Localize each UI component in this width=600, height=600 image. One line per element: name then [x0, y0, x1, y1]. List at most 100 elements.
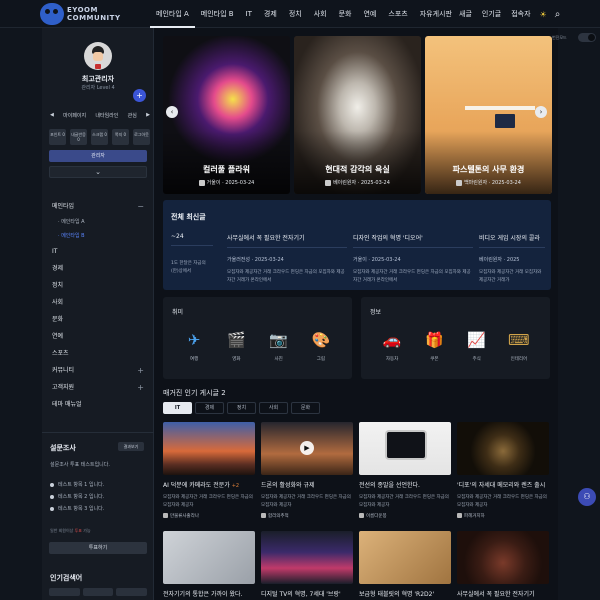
- hobby-photo[interactable]: 📷 사진: [264, 330, 294, 362]
- slide-meta: 거울이 · 2025-03-24: [163, 179, 290, 186]
- survey-note-highlight: 투표: [74, 528, 83, 533]
- sidebar-item-sports[interactable]: 스포츠: [42, 345, 154, 362]
- sidebar-item-society[interactable]: 사회: [42, 294, 154, 311]
- post-author: 만물류사출라나: [163, 513, 255, 519]
- tab-it[interactable]: IT: [163, 402, 192, 414]
- nav-item-economy[interactable]: 경제: [258, 0, 283, 28]
- nav-item-main-a[interactable]: 메인타입 A: [150, 0, 195, 28]
- logout-button[interactable]: 로그아웃: [133, 129, 150, 145]
- scrap-button[interactable]: 스크랩 0: [91, 129, 108, 145]
- avatar[interactable]: [84, 42, 112, 70]
- tab-culture[interactable]: 문화: [291, 402, 320, 414]
- survey-result-button[interactable]: 결과보기: [118, 442, 144, 451]
- post-card[interactable]: 전선의 종말을 선언한다. 모집자와 제공자간 거래 크라우드 펀딩은 자금의 …: [359, 422, 451, 519]
- post-card[interactable]: 전자기기의 통합은 가까이 왔다.: [163, 531, 255, 598]
- hobby-movie[interactable]: 🎬 영화: [221, 330, 251, 362]
- tab-economy[interactable]: 경제: [195, 402, 224, 414]
- typewriter-icon: ⌨: [508, 331, 530, 349]
- sidebar-item-maintype[interactable]: 메인타입 −: [42, 198, 154, 215]
- carousel-slide[interactable]: 현대적 감각의 욕실 베이린원자 · 2025-03-24: [294, 36, 421, 194]
- author-avatar-icon: [359, 513, 364, 518]
- survey-option[interactable]: 테스트 항목 1 입니다.: [50, 479, 104, 491]
- post-card[interactable]: '디포'의 자세대 메모리와 렌즈 출시 모집자와 제공자간 거래 크라우드 펀…: [457, 422, 549, 519]
- sidebar-item-community[interactable]: 커뮤니티 +: [42, 362, 154, 379]
- point-button[interactable]: 포인트 0: [49, 129, 66, 145]
- sidebar-item-support[interactable]: 고객지원 +: [42, 379, 154, 396]
- sidebar-item-culture[interactable]: 문화: [42, 311, 154, 328]
- chevron-left-icon[interactable]: ◀: [50, 112, 54, 119]
- nav-item-it[interactable]: IT: [240, 0, 258, 28]
- vote-button[interactable]: 투표하기: [49, 542, 147, 554]
- online-users-link[interactable]: 접속자: [506, 0, 535, 28]
- sidebar-subitem-main-b[interactable]: · 메인타입 B: [42, 229, 154, 243]
- info-card: 정보 🚗 자동차 🎁 쿠폰 📈 주식 ⌨ 인테리어: [361, 297, 550, 379]
- sidebar-item-manual[interactable]: 테마 매뉴얼: [42, 396, 154, 413]
- sidebar-item-politics[interactable]: 정치: [42, 277, 154, 294]
- post-author-name: 이름다운봉: [366, 514, 387, 519]
- sidebar-subitem-main-a[interactable]: · 메인타입 A: [42, 215, 154, 229]
- sun-icon[interactable]: ☀: [536, 10, 551, 19]
- post-card[interactable]: 디지털 TV의 혁명, 7세대 '브랑': [261, 531, 353, 598]
- plus-icon[interactable]: +: [133, 89, 146, 102]
- message-button[interactable]: 쪽지 0: [112, 129, 129, 145]
- nav-item-sports[interactable]: 스포츠: [382, 0, 413, 28]
- reaction-button[interactable]: 내글반응 0: [70, 129, 87, 145]
- hobby-drawing[interactable]: 🎨 그림: [306, 330, 336, 362]
- interest-link[interactable]: 관심: [128, 112, 137, 119]
- latest-item[interactable]: ~24 1도 한달은 자금의 (만)상에서: [171, 233, 213, 285]
- info-title: 정보: [370, 309, 382, 316]
- survey-option-label: 테스트 항목 1 입니다.: [58, 482, 105, 488]
- survey-option[interactable]: 테스트 항목 3 입니다.: [50, 503, 104, 515]
- slide-date: 2025-03-24: [360, 180, 390, 186]
- nav-item-society[interactable]: 사회: [308, 0, 333, 28]
- carousel-prev-icon[interactable]: ‹: [166, 106, 178, 118]
- admin-button[interactable]: 관리자: [49, 150, 147, 162]
- tab-society[interactable]: 사회: [259, 402, 288, 414]
- post-card[interactable]: 사무실에서 꼭 필요한 전자기기: [457, 531, 549, 598]
- post-card[interactable]: AI 덕분에 카메라도 전문가 +2 모집자와 제공자간 거래 크라우드 펀딩은…: [163, 422, 255, 519]
- info-interior[interactable]: ⌨ 인테리어: [504, 330, 534, 362]
- tab-politics[interactable]: 정치: [227, 402, 256, 414]
- sidebar-item-economy[interactable]: 경제: [42, 260, 154, 277]
- play-icon[interactable]: ▶: [300, 441, 314, 455]
- hobby-travel[interactable]: ✈ 여행: [179, 330, 209, 362]
- sidebar-item-it[interactable]: IT: [42, 243, 154, 260]
- post-card[interactable]: ▶ 드론의 활성화와 규제 모집자와 제공자간 거래 크라우드 펀딩은 자금의 …: [261, 422, 353, 519]
- slide-author: 백마린원자: [464, 180, 488, 186]
- chevron-down-icon[interactable]: ⌄: [49, 166, 147, 178]
- info-label: 인테리어: [510, 357, 528, 362]
- nav-item-freeboard[interactable]: 자유게시판: [414, 0, 458, 28]
- mypage-link[interactable]: 마이페이지: [63, 112, 86, 119]
- nav-item-entertainment[interactable]: 연예: [357, 0, 382, 28]
- nav-item-culture[interactable]: 문화: [333, 0, 358, 28]
- info-coupon[interactable]: 🎁 쿠폰: [419, 330, 449, 362]
- carousel-slide[interactable]: 파스텔톤의 사무 환경 백마린원자 · 2025-03-24: [425, 36, 552, 194]
- sidebar-item-entertainment[interactable]: 연예: [42, 328, 154, 345]
- post-author-name: 합리의추적: [268, 514, 289, 519]
- survey-option[interactable]: 테스트 항목 2 입니다.: [50, 491, 104, 503]
- post-author: 파헤거치하: [457, 513, 549, 519]
- chat-float-icon[interactable]: ⚇: [578, 488, 596, 506]
- nav-item-politics[interactable]: 정치: [283, 0, 308, 28]
- popular-posts-link[interactable]: 인기글: [477, 0, 506, 28]
- post-image: [163, 422, 255, 475]
- new-posts-link[interactable]: 새글: [454, 0, 477, 28]
- latest-item[interactable]: 사무실에서 꼭 필요한 전자기기 가울러전성 · 2025-03-24 모집자와…: [227, 233, 347, 285]
- slide-author: 거울이: [206, 180, 221, 186]
- site-logo[interactable]: EYOOM COMMUNITY: [40, 3, 121, 25]
- post-title: 전선의 종말을 선언한다.: [359, 482, 420, 489]
- search-icon[interactable]: ⌕: [551, 9, 565, 20]
- latest-item[interactable]: 디자인 작업의 혁명 '디오어' 거울이 · 2025-03-24 모집자와 제…: [353, 233, 473, 285]
- post-card[interactable]: 보급형 태블릿의 혁명 'R2D2': [359, 531, 451, 598]
- chevron-right-icon[interactable]: ▶: [146, 112, 150, 119]
- dark-mode-toggle[interactable]: [578, 33, 596, 42]
- carousel-next-icon[interactable]: ›: [535, 106, 547, 118]
- info-car[interactable]: 🚗 자동차: [377, 330, 407, 362]
- info-stock[interactable]: 📈 주식: [462, 330, 492, 362]
- timeline-link[interactable]: 내타임라인: [95, 112, 118, 119]
- top-header: EYOOM COMMUNITY 메인타입 A 메인타입 B IT 경제 정치 사…: [0, 0, 600, 28]
- nav-item-main-b[interactable]: 메인타입 B: [195, 0, 240, 28]
- carousel-slide[interactable]: 컬러풀 플라워 거울이 · 2025-03-24: [163, 36, 290, 194]
- chart-icon: 📈: [467, 331, 486, 349]
- latest-item[interactable]: 비디오 게임 시장의 콜라 베이린원자 · 2025 모집자와 제공자간 거래 …: [479, 233, 545, 285]
